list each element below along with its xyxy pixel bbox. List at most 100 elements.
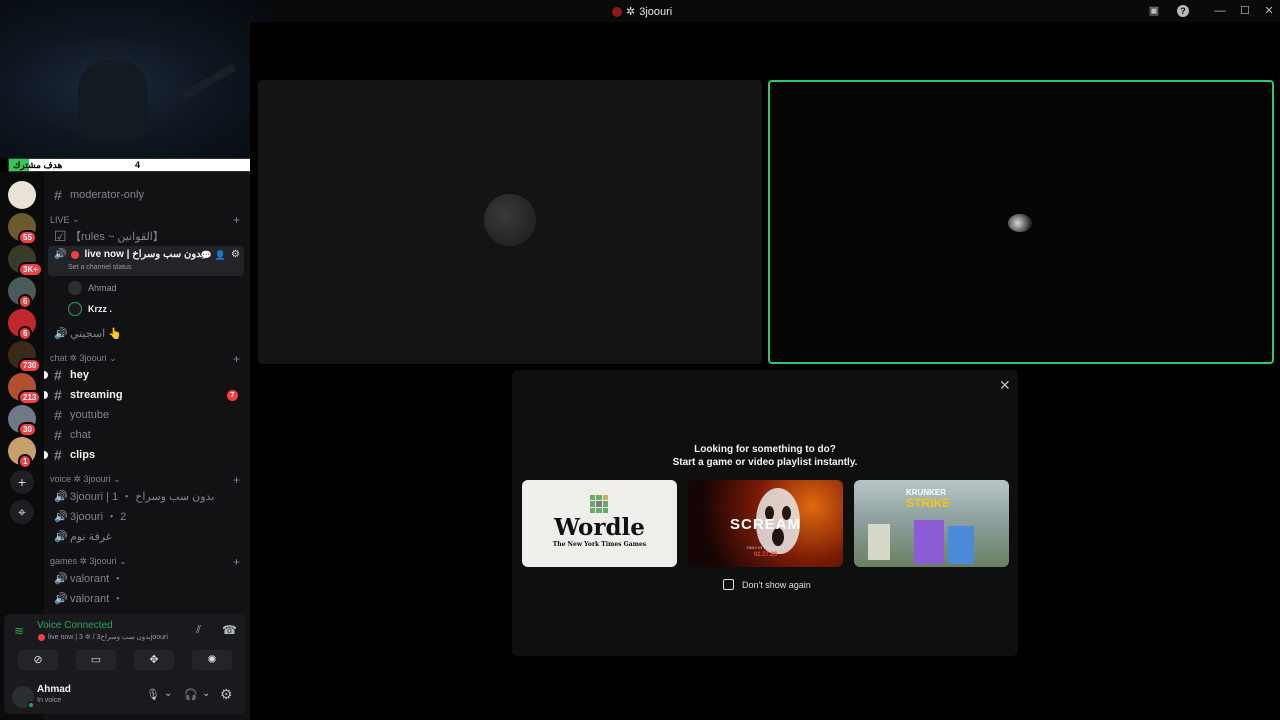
camera-off-button[interactable]: ⊘ [18,650,58,670]
card-headline-line2: Start a game or video playlist instantly… [672,457,858,468]
microphone-icon[interactable]: 🎙 [146,688,160,701]
channel-chat[interactable]: # chat [48,425,246,445]
add-channel-icon[interactable]: + [233,555,240,569]
category-chat[interactable]: chat ✲ 3joouri ⌄ + [50,352,240,366]
chat-icon[interactable]: 💬 [201,250,212,261]
voice-channel-valorant-1[interactable]: 🔊 valorant ・ [48,568,246,588]
camera-off-icon: ⊘ [33,654,43,666]
channel-label: اسجيني 👆 [70,327,122,340]
hash-icon: # [54,407,62,423]
card-headline: Looking for something to do? Start a gam… [512,443,1018,469]
channel-moderator-only[interactable]: # moderator-only [48,185,246,205]
category-label: games ✲ 3joouri [50,556,117,566]
voice-user-ahmad[interactable]: Ahmad [68,278,117,298]
activity-krunker-strike[interactable]: KRUNKER STRIKE [854,480,1009,567]
screen-share-button[interactable]: ▭ [76,650,116,670]
goal-label: هدف مشترك [13,160,63,170]
channel-label: streaming [70,389,123,401]
voice-channel-1[interactable]: 🔊 3joouri | 1 ・ بدون سب وسراخ [48,486,246,506]
rules-icon: ☑ [54,227,67,244]
category-games[interactable]: games ✲ 3joouri ⌄ + [50,555,240,569]
voice-channel-live-now[interactable]: 🔊 live now | بدون سب وسراخ Set a channel… [48,246,244,276]
set-channel-status[interactable]: Set a channel status [68,264,131,271]
channel-youtube[interactable]: # youtube [48,405,246,425]
live-dot-icon [38,633,45,641]
unread-indicator [44,371,48,379]
close-window-icon[interactable]: ✕ [1261,3,1277,19]
voice-channel-isjini[interactable]: 🔊 اسجيني 👆 [48,323,246,343]
voice-connection-panel: ≋ Voice Connected live now | 3 ✲ / بدون … [4,614,246,680]
speaker-icon: 🔊 [54,327,68,340]
channel-hey[interactable]: # hey [44,365,246,385]
channel-label: moderator-only [70,189,144,201]
channel-clips[interactable]: # clips [44,445,246,465]
dont-show-again-label: Don't show again [742,579,811,590]
hash-icon: # [54,367,62,383]
minimize-icon[interactable]: — [1212,3,1228,19]
add-channel-icon[interactable]: + [233,352,240,366]
goal-bar: هدف مشترك 4 50 [8,158,266,172]
server-icon[interactable] [8,181,36,209]
channel-label: live now | بدون سب وسراخ [84,249,205,260]
server-badge: 3K+ [18,262,43,277]
activity-scream[interactable]: SCREAM ONLY IN THEATERS 02.27.26 [688,480,843,567]
noise-suppression-icon[interactable]: ⫽ [196,624,201,637]
participant-avatar [484,194,536,246]
gear-icon[interactable]: ⚙ [231,249,240,260]
speaker-icon: 🔊 [54,530,68,543]
voice-user-krzz[interactable]: Krzz . [68,299,112,319]
scream-date: 02.27.26 [753,552,778,558]
discover-icon[interactable]: ⌖ [10,500,34,524]
dont-show-again[interactable]: Don't show again [723,579,811,590]
voice-channel-2[interactable]: 🔊 3joouri ・ 2 [48,506,246,526]
user-panel: Ahmad In voice 🎙 ⌄ 🎧 ⌄ ⚙ [4,680,246,714]
participant-tile-speaking[interactable] [768,80,1274,364]
soundboard-button[interactable]: ✺ [192,650,232,670]
channel-streaming[interactable]: # streaming 7 [44,385,246,405]
add-server-icon[interactable]: + [10,470,34,494]
category-live[interactable]: LIVE ⌄ + [50,213,240,227]
invite-icon[interactable]: 👤 [215,250,226,261]
category-voice[interactable]: voice ✲ 3joouri ⌄ + [50,473,240,487]
unread-indicator [44,391,48,399]
hash-icon: # [54,447,62,463]
activities-button[interactable]: ✥ [134,650,174,670]
dont-show-again-checkbox[interactable] [723,579,734,590]
participant-tile-1[interactable] [258,80,762,364]
headphones-icon[interactable]: 🎧 [184,688,198,701]
chevron-down-icon[interactable]: ⌄ [202,688,210,699]
chevron-down-icon[interactable]: ⌄ [164,688,172,699]
wordle-subtitle: The New York Times Games [552,541,647,548]
add-channel-icon[interactable]: + [233,473,240,487]
disconnect-icon[interactable]: ☎ [222,623,237,637]
close-icon[interactable]: ✕ [999,377,1011,394]
help-icon[interactable]: ? [1175,3,1191,19]
microphone-arm [180,63,236,101]
window-title: ✲ 3joouri [612,5,672,18]
server-badge: 730 [18,358,42,373]
voice-channel-valorant-2[interactable]: 🔊 valorant ・ [48,588,246,608]
wordle-title: Wordle [554,514,645,541]
channel-label: clips [70,449,96,461]
maximize-icon[interactable]: ☐ [1237,3,1253,19]
speaker-icon: 🔊 [54,572,68,585]
speaker-icon: 🔊 [54,510,68,523]
wordle-grid-icon [590,495,608,513]
scream-subtitle: ONLY IN THEATERS [746,545,785,550]
scream-title: SCREAM [729,516,801,533]
channel-rules[interactable]: ☑ 【rules ~ القوانين】 [48,226,246,246]
mention-badge: 7 [227,389,238,401]
activity-prompt-card: ✕ Looking for something to do? Start a g… [512,370,1018,656]
card-headline-line1: Looking for something to do? [694,444,836,455]
title-text: 3joouri [639,5,673,18]
screen-share-icon[interactable]: ▣ [1146,3,1162,19]
add-channel-icon[interactable]: + [233,213,240,227]
soundboard-icon: ✺ [207,654,217,666]
live-dot-icon [71,250,80,259]
settings-gear-icon[interactable]: ⚙ [220,686,233,703]
user-name: Ahmad [88,283,117,293]
voice-channel-3[interactable]: 🔊 غرفة نوم [48,526,246,546]
voice-location[interactable]: live now | 3 ✲ / بدون سب وسراخ3joouri [48,633,168,641]
activity-wordle[interactable]: Wordle The New York Times Games [522,480,677,567]
connection-signal-icon[interactable]: ≋ [14,624,24,638]
